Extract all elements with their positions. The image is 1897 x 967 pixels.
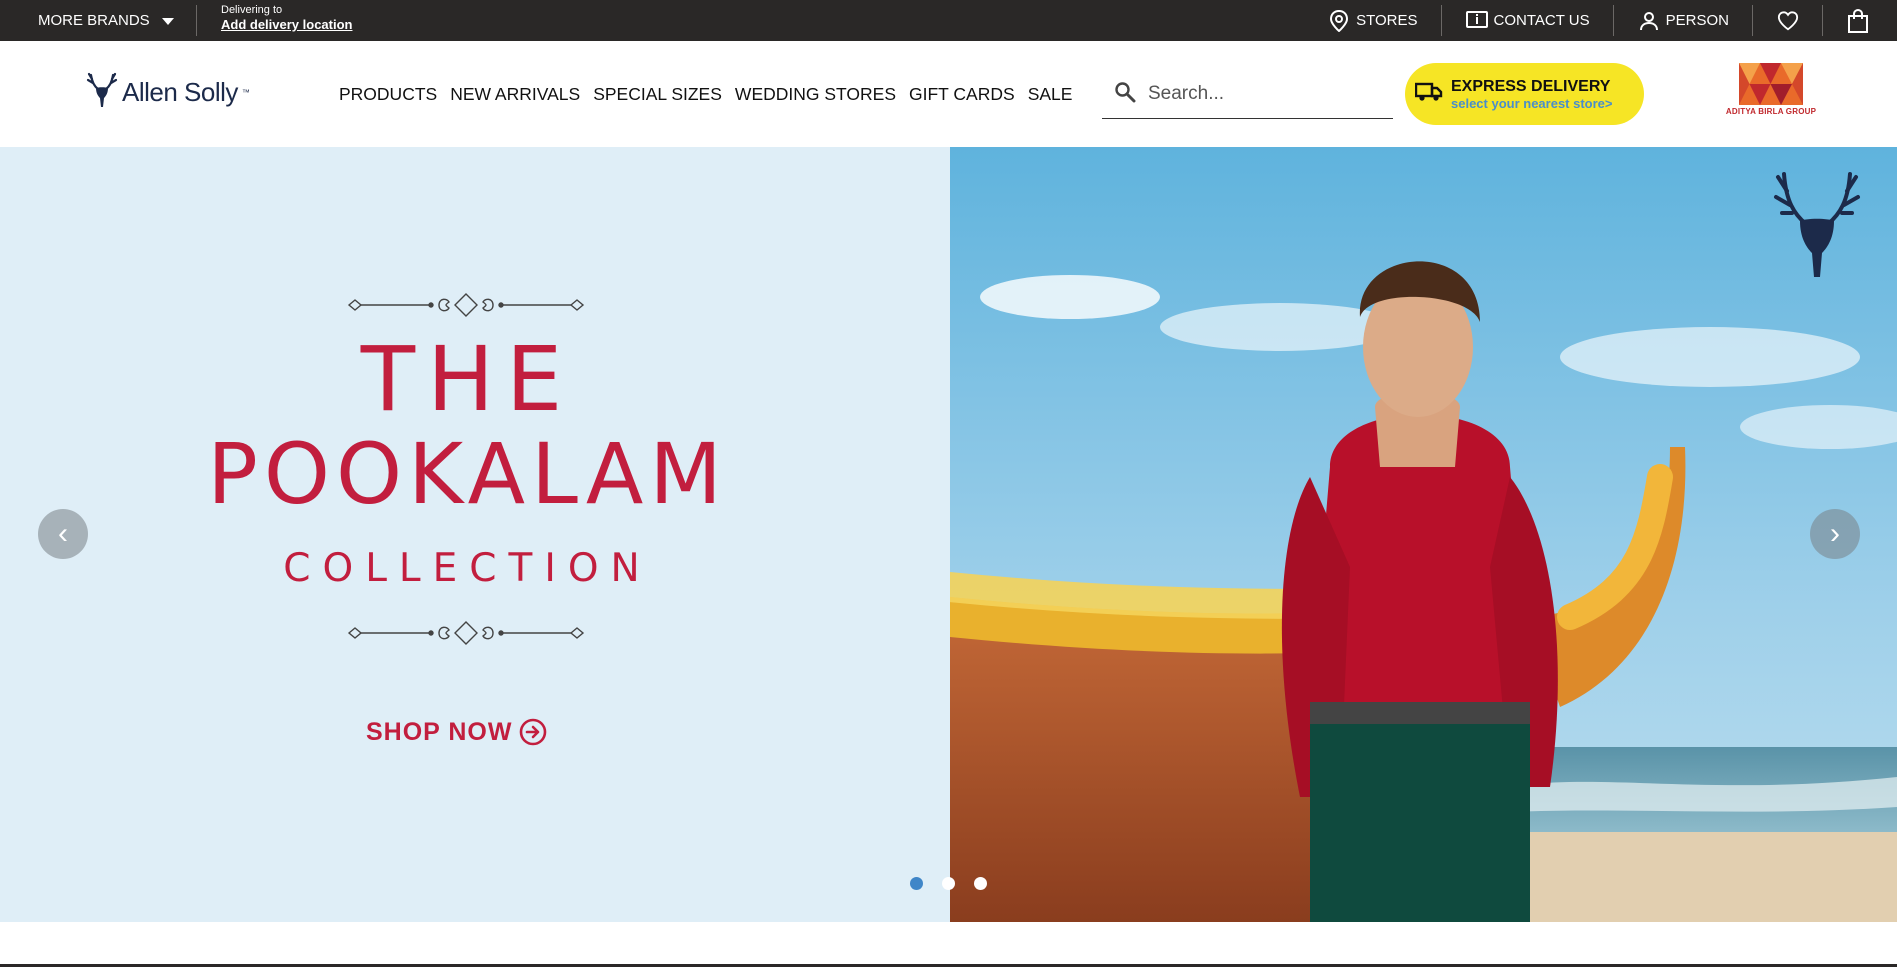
- top-right-links: STORES CONTACT US PERSON: [1328, 0, 1897, 41]
- main-header: Allen Solly ™ PRODUCTS NEW ARRIVALS SPECI…: [0, 41, 1897, 147]
- carousel-dot-2[interactable]: [942, 877, 955, 890]
- delivery-truck-icon: [1414, 81, 1443, 108]
- shopping-bag-icon: [1847, 8, 1869, 33]
- hero-carousel: THE POOKALAM COLLECTION SHOP NOW ‹ ›: [0, 147, 1897, 922]
- hero-photo: [950, 147, 1897, 922]
- add-delivery-location-link[interactable]: Add delivery location: [221, 18, 352, 31]
- logo-wordmark: Allen Solly: [122, 77, 238, 107]
- person-icon: [1638, 10, 1660, 32]
- contact-us-label: CONTACT US: [1493, 12, 1590, 29]
- stores-label: STORES: [1356, 12, 1418, 29]
- abg-logo-mark-icon: [1739, 63, 1803, 105]
- hero-text-panel: THE POOKALAM COLLECTION SHOP NOW: [0, 147, 950, 922]
- nav-sale[interactable]: SALE: [1028, 84, 1073, 105]
- express-delivery-subtitle: select your nearest store>: [1451, 95, 1613, 111]
- stag-logo-icon: [86, 71, 118, 114]
- nav-wedding-stores[interactable]: WEDDING STORES: [735, 84, 896, 105]
- cart-button[interactable]: [1823, 0, 1897, 41]
- logo-trademark: ™: [241, 88, 250, 97]
- search-icon[interactable]: [1114, 81, 1136, 108]
- chevron-left-icon: ‹: [58, 517, 68, 550]
- more-brands-label: MORE BRANDS: [38, 12, 150, 29]
- carousel-next-button[interactable]: ›: [1810, 509, 1860, 559]
- aditya-birla-group-logo[interactable]: ADITYA BIRLA GROUP: [1724, 63, 1818, 121]
- nav-special-sizes[interactable]: SPECIAL SIZES: [593, 84, 722, 105]
- wishlist-button[interactable]: [1753, 0, 1823, 41]
- search-input[interactable]: [1148, 83, 1368, 105]
- carousel-prev-button[interactable]: ‹: [38, 509, 88, 559]
- stores-link[interactable]: STORES: [1328, 0, 1442, 41]
- shop-now-label: SHOP NOW: [366, 717, 513, 746]
- person-label: PERSON: [1665, 12, 1729, 29]
- search-bar: [1102, 70, 1393, 119]
- person-account-link[interactable]: PERSON: [1614, 0, 1754, 41]
- location-pin-icon: [1328, 9, 1350, 32]
- carousel-dots: [910, 877, 987, 890]
- abg-logo-text: ADITYA BIRLA GROUP: [1725, 107, 1817, 116]
- shop-now-button[interactable]: SHOP NOW: [366, 717, 548, 747]
- express-delivery-text: EXPRESS DELIVERY select your nearest sto…: [1451, 78, 1613, 111]
- nav-gift-cards[interactable]: GIFT CARDS: [909, 84, 1015, 105]
- ornament-divider-top: [347, 293, 585, 317]
- top-utility-bar: MORE BRANDS Delivering to Add delivery l…: [0, 0, 1897, 41]
- ornament-divider-bottom: [347, 621, 585, 645]
- hero-heading-the: THE: [360, 327, 575, 431]
- hero-image-model-beach: [950, 147, 1897, 922]
- below-hero-section: [0, 922, 1897, 967]
- nav-new-arrivals[interactable]: NEW ARRIVALS: [450, 84, 580, 105]
- more-brands-dropdown[interactable]: MORE BRANDS: [38, 0, 174, 41]
- nav-products[interactable]: PRODUCTS: [339, 84, 437, 105]
- main-navigation: PRODUCTS NEW ARRIVALS SPECIAL SIZES WEDD…: [339, 84, 1072, 105]
- carousel-dot-1[interactable]: [910, 877, 923, 890]
- stag-watermark-icon: [1774, 172, 1860, 277]
- delivery-location: Delivering to Add delivery location: [221, 4, 352, 31]
- delivering-to-label: Delivering to: [221, 4, 283, 16]
- express-delivery-button[interactable]: EXPRESS DELIVERY select your nearest sto…: [1405, 63, 1644, 125]
- info-card-icon: [1465, 10, 1488, 32]
- hero-heading-pookalam: POOKALAM: [207, 425, 728, 523]
- contact-us-link[interactable]: CONTACT US: [1442, 0, 1614, 41]
- carousel-dot-3[interactable]: [974, 877, 987, 890]
- chevron-right-icon: ›: [1830, 517, 1840, 550]
- allen-solly-logo[interactable]: Allen Solly ™: [86, 71, 250, 114]
- divider: [196, 5, 197, 36]
- chevron-down-icon: [161, 18, 174, 25]
- heart-icon: [1777, 10, 1799, 32]
- hero-heading-collection: COLLECTION: [283, 546, 652, 591]
- arrow-circle-right-icon: [520, 718, 547, 746]
- express-delivery-title: EXPRESS DELIVERY: [1451, 77, 1611, 95]
